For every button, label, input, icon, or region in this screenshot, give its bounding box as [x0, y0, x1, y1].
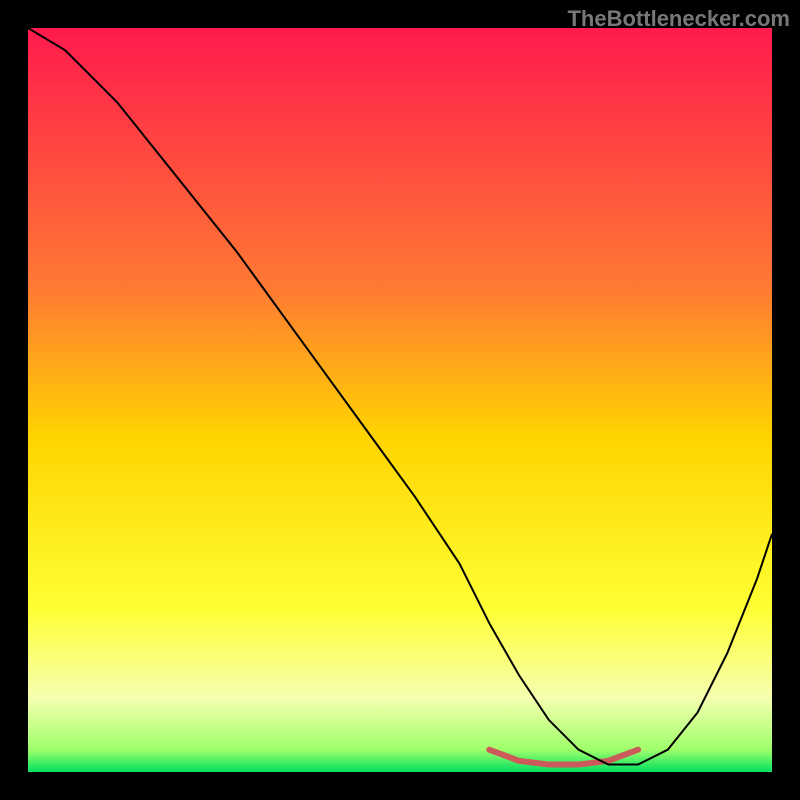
chart-svg: [28, 28, 772, 772]
chart-area: [28, 28, 772, 772]
watermark-text: TheBottlenecker.com: [567, 6, 790, 32]
gradient-background: [28, 28, 772, 772]
